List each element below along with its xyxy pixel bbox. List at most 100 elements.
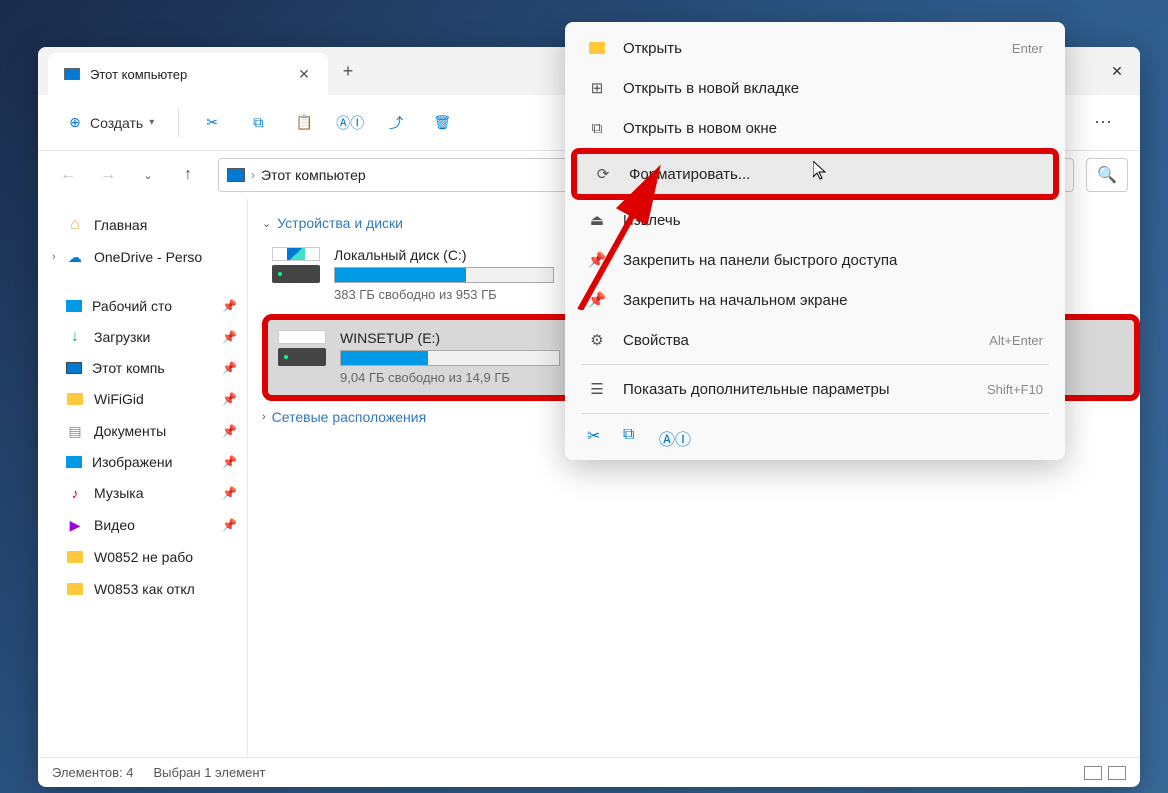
view-details-button[interactable] bbox=[1084, 766, 1102, 780]
sidebar-item-onedrive[interactable]: › ☁ OneDrive - Perso bbox=[38, 241, 247, 273]
pin-icon: 📌 bbox=[222, 518, 237, 532]
copy-icon[interactable]: ⧉ bbox=[623, 426, 643, 446]
context-menu: Открыть Enter ⊞ Открыть в новой вкладке … bbox=[565, 22, 1065, 460]
eject-icon: ⏏ bbox=[587, 210, 607, 230]
pin-icon: 📌 bbox=[222, 424, 237, 438]
rename-icon[interactable]: ⒶⒾ bbox=[659, 426, 679, 446]
toolbar-separator bbox=[178, 109, 179, 137]
pin-icon: 📌 bbox=[587, 250, 607, 270]
sidebar-item-wifigid[interactable]: WiFiGid 📌 bbox=[38, 383, 247, 415]
home-icon: ⌂ bbox=[66, 216, 84, 234]
monitor-icon bbox=[64, 68, 80, 80]
pin-start-icon: 📌 bbox=[587, 290, 607, 310]
pin-icon: 📌 bbox=[222, 455, 237, 469]
create-label: Создать bbox=[90, 115, 143, 131]
trash-icon: 🗑 bbox=[433, 114, 451, 132]
folder-icon bbox=[66, 580, 84, 598]
status-count: Элементов: 4 bbox=[52, 765, 133, 780]
new-tab-button[interactable]: + bbox=[328, 47, 368, 95]
rename-button[interactable]: ⒶⒾ bbox=[331, 108, 369, 138]
chevron-right-icon: › bbox=[52, 251, 66, 263]
breadcrumb-text: Этот компьютер bbox=[261, 167, 366, 183]
ctx-pin-quick[interactable]: 📌 Закрепить на панели быстрого доступа bbox=[571, 240, 1059, 280]
statusbar: Элементов: 4 Выбран 1 элемент bbox=[38, 757, 1140, 787]
document-icon: ▤ bbox=[66, 422, 84, 440]
monitor-icon bbox=[66, 362, 82, 374]
more-icon: ☰ bbox=[587, 379, 607, 399]
sidebar-item-videos[interactable]: ▶ Видео 📌 bbox=[38, 509, 247, 541]
download-icon: ↓ bbox=[66, 328, 84, 346]
ctx-open-new-window[interactable]: ⧉ Открыть в новом окне bbox=[571, 108, 1059, 148]
drive-icon bbox=[278, 330, 326, 366]
chevron-down-icon: ▾ bbox=[149, 117, 154, 128]
view-buttons bbox=[1084, 766, 1126, 780]
more-button[interactable]: ⋯ bbox=[1084, 106, 1122, 139]
drive-icon bbox=[272, 247, 320, 283]
status-selected: Выбран 1 элемент bbox=[153, 765, 265, 780]
pin-icon: 📌 bbox=[222, 392, 237, 406]
desktop-icon bbox=[66, 300, 82, 312]
tab-close-button[interactable]: ✕ bbox=[296, 66, 312, 82]
share-icon: ⤴ bbox=[387, 114, 405, 132]
sidebar-item-music[interactable]: ♪ Музыка 📌 bbox=[38, 477, 247, 509]
cloud-icon: ☁ bbox=[66, 248, 84, 266]
folder-icon bbox=[66, 548, 84, 566]
delete-button[interactable]: 🗑 bbox=[423, 108, 461, 138]
copy-icon: ⧉ bbox=[249, 114, 267, 132]
ctx-show-more[interactable]: ☰ Показать дополнительные параметры Shif… bbox=[571, 369, 1059, 409]
recent-button[interactable]: ⌄ bbox=[130, 157, 166, 193]
paste-button[interactable]: 📋 bbox=[285, 108, 323, 138]
sidebar-item-home[interactable]: ⌂ Главная bbox=[38, 209, 247, 241]
scissors-icon[interactable]: ✂ bbox=[587, 426, 607, 446]
back-button[interactable]: ← bbox=[50, 157, 86, 193]
scissors-icon: ✂ bbox=[203, 114, 221, 132]
chevron-down-icon: ⌄ bbox=[262, 217, 271, 230]
sidebar-item-downloads[interactable]: ↓ Загрузки 📌 bbox=[38, 321, 247, 353]
cursor-icon bbox=[813, 161, 829, 186]
chevron-right-icon: › bbox=[262, 411, 266, 423]
music-icon: ♪ bbox=[66, 484, 84, 502]
sidebar-item-thispc[interactable]: Этот компь 📌 bbox=[38, 353, 247, 383]
picture-icon bbox=[66, 456, 82, 468]
sidebar-item-documents[interactable]: ▤ Документы 📌 bbox=[38, 415, 247, 447]
folder-icon bbox=[66, 390, 84, 408]
ctx-open[interactable]: Открыть Enter bbox=[571, 28, 1059, 68]
video-icon: ▶ bbox=[66, 516, 84, 534]
ctx-open-new-tab[interactable]: ⊞ Открыть в новой вкладке bbox=[571, 68, 1059, 108]
search-input[interactable]: 🔍 bbox=[1086, 158, 1128, 192]
ctx-pin-start[interactable]: 📌 Закрепить на начальном экране bbox=[571, 280, 1059, 320]
gear-icon: ⚙ bbox=[587, 330, 607, 350]
tab-title: Этот компьютер bbox=[90, 67, 296, 82]
cut-button[interactable]: ✂ bbox=[193, 108, 231, 138]
sidebar-item-w0853[interactable]: W0853 как откл bbox=[38, 573, 247, 605]
sidebar-item-pictures[interactable]: Изображени 📌 bbox=[38, 447, 247, 477]
tab-this-pc[interactable]: Этот компьютер ✕ bbox=[48, 53, 328, 95]
new-window-icon: ⧉ bbox=[587, 118, 607, 138]
up-button[interactable]: ↑ bbox=[170, 157, 206, 193]
format-icon: ⟳ bbox=[593, 164, 613, 184]
forward-button[interactable]: → bbox=[90, 157, 126, 193]
ctx-bottom-actions: ✂ ⧉ ⒶⒾ bbox=[571, 418, 1059, 454]
pin-icon: 📌 bbox=[222, 361, 237, 375]
monitor-icon bbox=[227, 168, 245, 182]
sidebar-item-desktop[interactable]: Рабочий сто 📌 bbox=[38, 291, 247, 321]
shortcut-label: Enter bbox=[1012, 41, 1043, 56]
clipboard-icon: 📋 bbox=[295, 114, 313, 132]
pin-icon: 📌 bbox=[222, 299, 237, 313]
sidebar: ⌂ Главная › ☁ OneDrive - Perso Рабочий с… bbox=[38, 199, 248, 757]
copy-button[interactable]: ⧉ bbox=[239, 108, 277, 138]
rename-icon: ⒶⒾ bbox=[341, 114, 359, 132]
ctx-eject[interactable]: ⏏ Извлечь bbox=[571, 200, 1059, 240]
view-tiles-button[interactable] bbox=[1108, 766, 1126, 780]
share-button[interactable]: ⤴ bbox=[377, 108, 415, 138]
window-controls: ✕ bbox=[1094, 47, 1140, 95]
sidebar-item-w0852[interactable]: W0852 не рабо bbox=[38, 541, 247, 573]
create-button[interactable]: ⊕ Создать ▾ bbox=[56, 108, 164, 138]
chevron-right-icon: › bbox=[251, 168, 255, 182]
close-window-button[interactable]: ✕ bbox=[1094, 47, 1140, 95]
new-tab-icon: ⊞ bbox=[587, 78, 607, 98]
menu-separator bbox=[581, 364, 1049, 365]
search-icon: 🔍 bbox=[1097, 165, 1117, 185]
folder-open-icon bbox=[587, 38, 607, 58]
ctx-properties[interactable]: ⚙ Свойства Alt+Enter bbox=[571, 320, 1059, 360]
